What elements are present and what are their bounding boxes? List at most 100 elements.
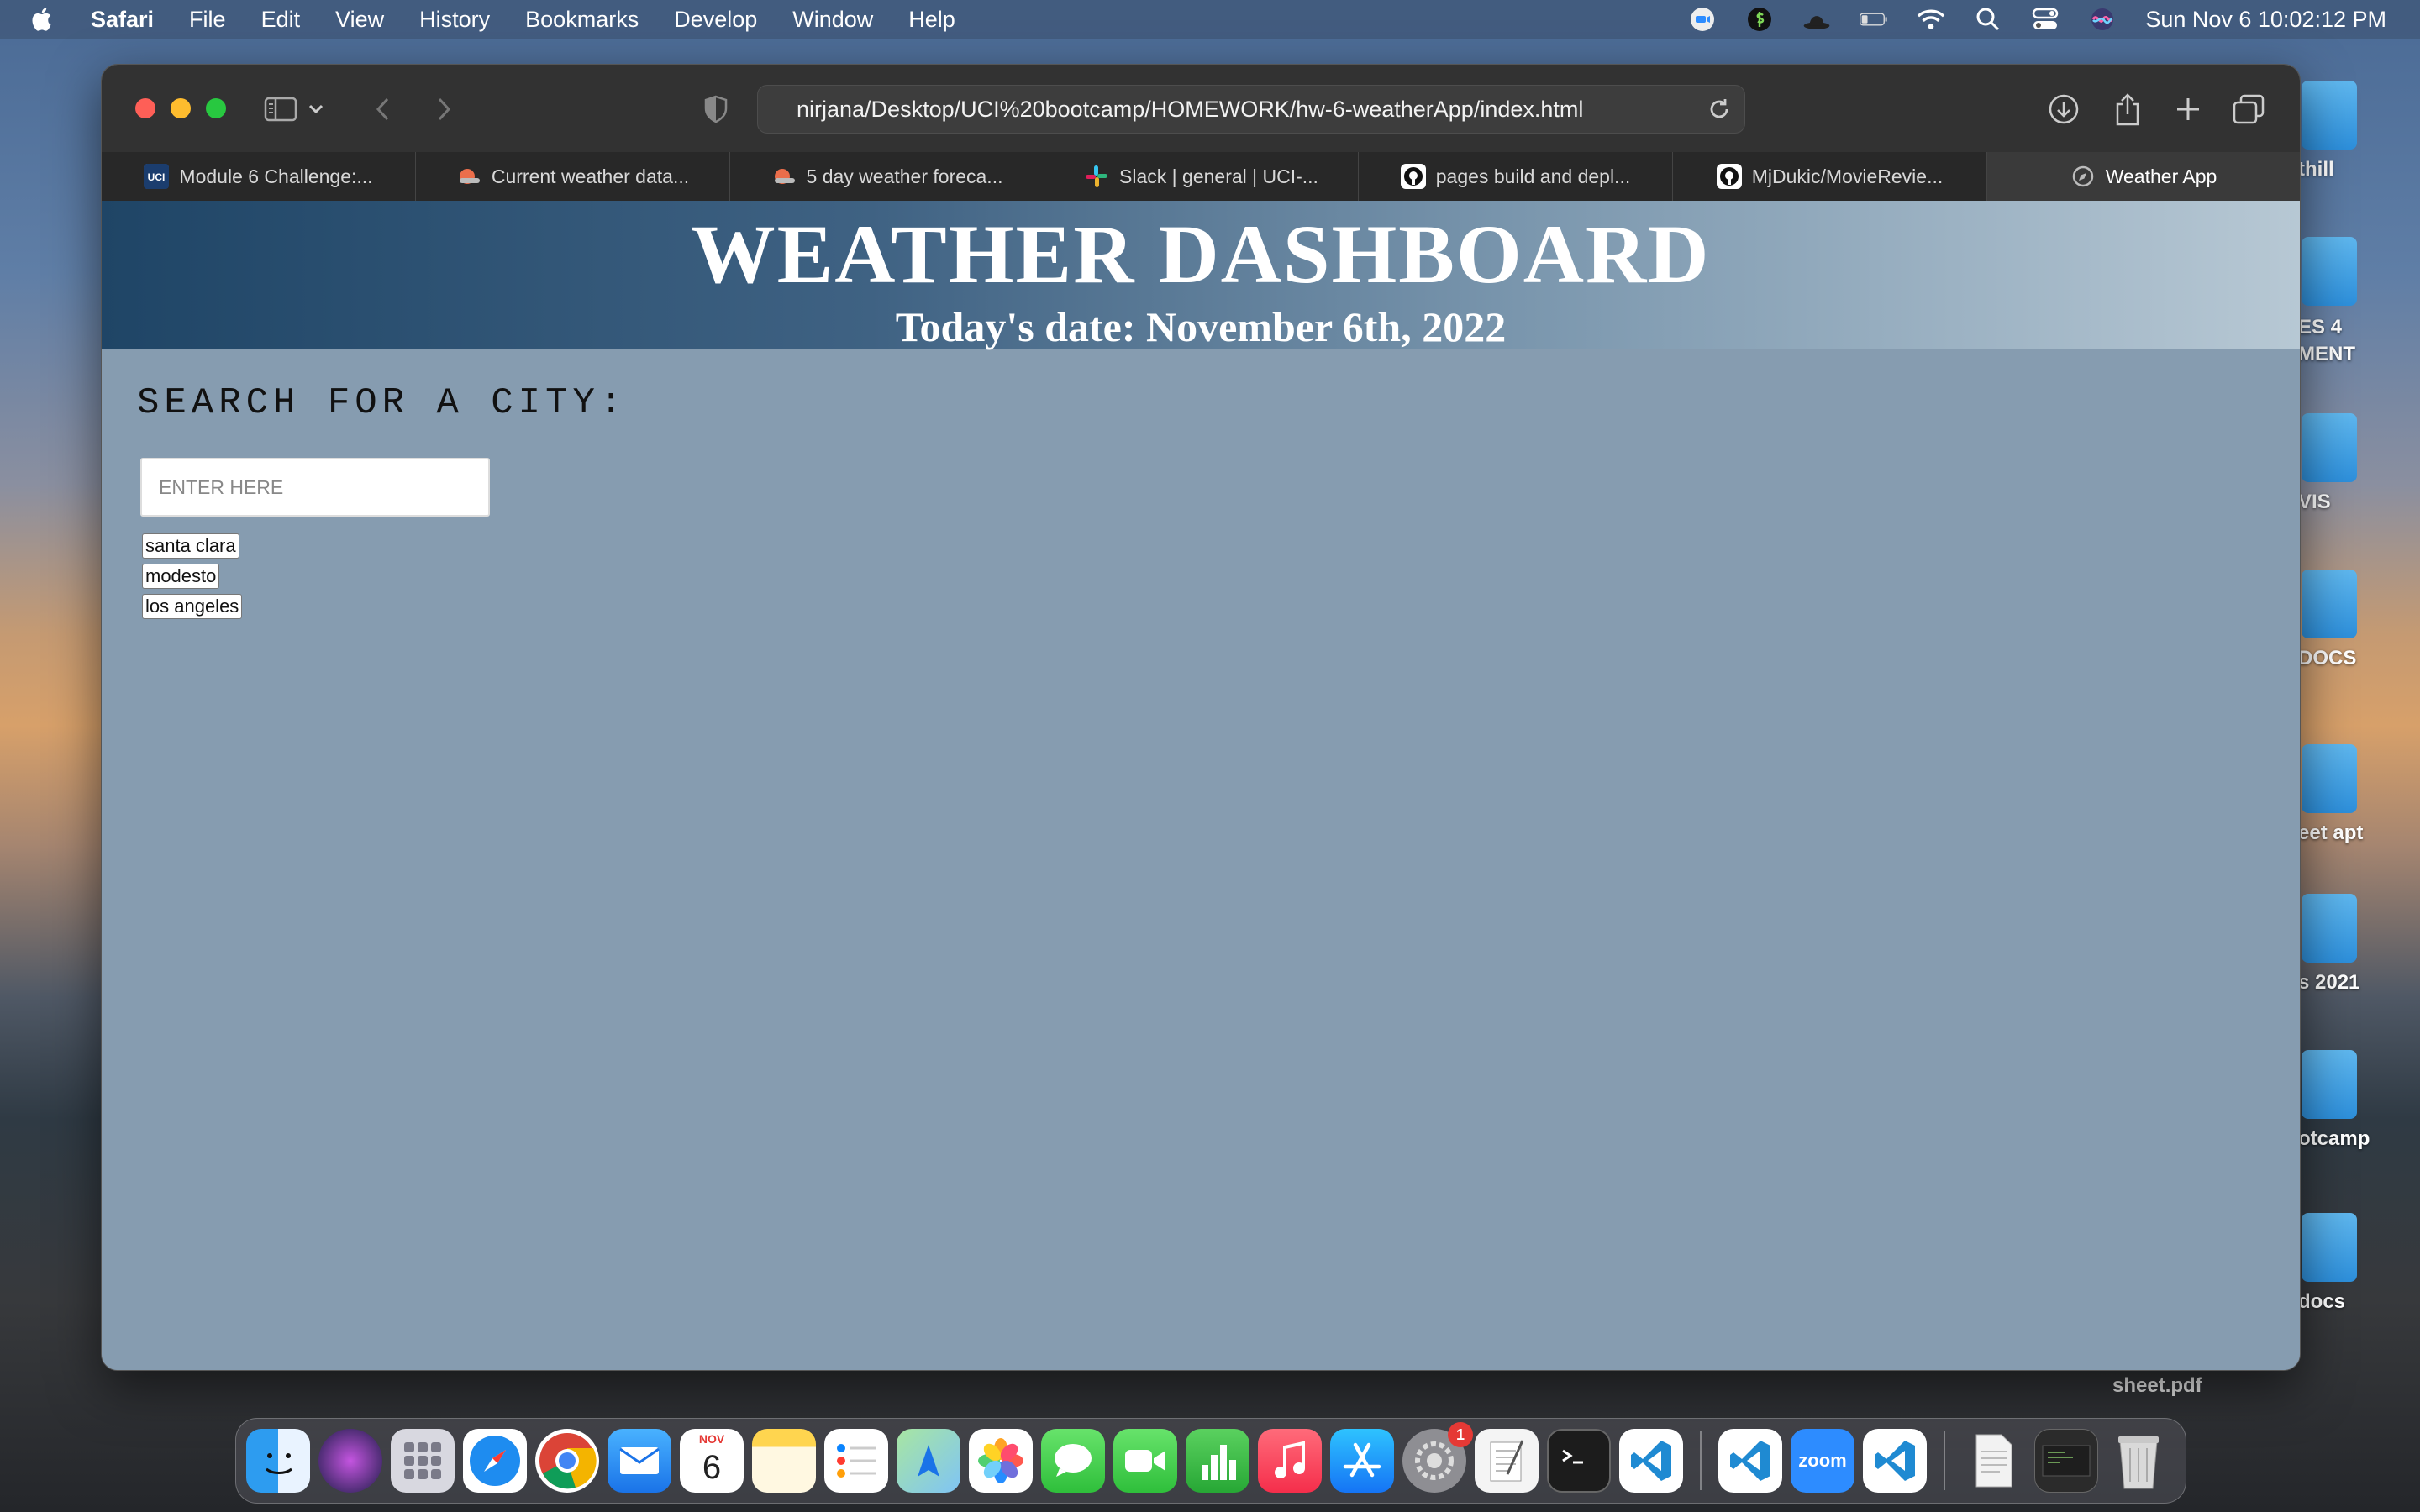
music-icon[interactable] xyxy=(1258,1429,1322,1493)
apple-menu-icon[interactable] xyxy=(29,5,57,34)
page-header: WEATHER DASHBOARD Today's date: November… xyxy=(102,201,2300,349)
tab-module-6[interactable]: UCI Module 6 Challenge:... xyxy=(102,152,416,201)
address-bar[interactable]: nirjana/Desktop/UCI%20bootcamp/HOMEWORK/… xyxy=(757,85,1745,134)
siri-icon[interactable] xyxy=(2088,7,2117,32)
desktop-folder[interactable]: docs xyxy=(2298,1213,2416,1314)
fullscreen-window-button[interactable] xyxy=(206,98,226,118)
back-icon[interactable] xyxy=(364,90,402,129)
menu-file[interactable]: File xyxy=(189,7,226,33)
chrome-icon[interactable] xyxy=(535,1429,599,1493)
desktop-folder[interactable]: thill xyxy=(2298,81,2416,181)
window-thumbnail-icon[interactable] xyxy=(2034,1429,2098,1493)
menu-help[interactable]: Help xyxy=(908,7,955,33)
desktop-folder-label: thill xyxy=(2298,158,2334,181)
new-tab-icon[interactable] xyxy=(2169,90,2207,129)
tab-movie-review[interactable]: MjDukic/MovieRevie... xyxy=(1673,152,1987,201)
terminal-icon[interactable] xyxy=(1547,1429,1611,1493)
downloads-icon[interactable] xyxy=(2044,90,2083,129)
tab-overview-icon[interactable] xyxy=(2229,90,2268,129)
reload-icon[interactable] xyxy=(1706,96,1733,123)
desktop-folder-label: DOCS xyxy=(2298,647,2357,669)
desktop-folder[interactable]: otcamp xyxy=(2298,1050,2416,1151)
slack-icon xyxy=(1084,164,1109,189)
menu-clock[interactable]: Sun Nov 6 10:02:12 PM xyxy=(2145,7,2386,33)
dock: NOV 6 1 zoom xyxy=(235,1418,2186,1504)
desktop-folder[interactable]: VIS xyxy=(2298,413,2416,514)
messages-icon[interactable] xyxy=(1041,1429,1105,1493)
minimize-window-button[interactable] xyxy=(171,98,191,118)
zoom-icon[interactable]: zoom xyxy=(1791,1429,1854,1493)
tab-pages-build[interactable]: pages build and depl... xyxy=(1359,152,1673,201)
calendar-month: NOV xyxy=(698,1432,725,1446)
notes-icon[interactable] xyxy=(752,1429,816,1493)
menu-view[interactable]: View xyxy=(335,7,384,33)
document-icon[interactable] xyxy=(1962,1429,2026,1493)
forward-icon[interactable] xyxy=(424,90,463,129)
finder-icon[interactable] xyxy=(246,1429,310,1493)
mail-icon[interactable] xyxy=(608,1429,671,1493)
hat-status-icon[interactable] xyxy=(1802,7,1831,32)
calendar-icon[interactable]: NOV 6 xyxy=(680,1429,744,1493)
vscode-icon[interactable] xyxy=(1619,1429,1683,1493)
menu-app-name[interactable]: Safari xyxy=(91,7,154,33)
wifi-icon[interactable] xyxy=(1917,7,1945,32)
photos-icon[interactable] xyxy=(969,1429,1033,1493)
city-search-input[interactable] xyxy=(140,458,490,517)
calendar-day: 6 xyxy=(702,1448,722,1486)
desktop-folder[interactable]: DOCS xyxy=(2298,570,2416,670)
tab-label: Slack | general | UCI-... xyxy=(1119,165,1318,187)
desktop-folder-label: ES 4 MENT xyxy=(2298,316,2355,365)
folder-icon xyxy=(2302,1050,2357,1119)
spotlight-search-icon[interactable] xyxy=(1974,7,2002,32)
vscode-icon[interactable] xyxy=(1718,1429,1782,1493)
tab-slack[interactable]: Slack | general | UCI-... xyxy=(1044,152,1359,201)
app-store-icon[interactable] xyxy=(1330,1429,1394,1493)
numbers-icon[interactable] xyxy=(1186,1429,1249,1493)
browser-toolbar: nirjana/Desktop/UCI%20bootcamp/HOMEWORK/… xyxy=(102,65,2300,152)
menu-history[interactable]: History xyxy=(419,7,490,33)
chevron-down-icon[interactable] xyxy=(303,90,329,129)
maps-icon[interactable] xyxy=(897,1429,960,1493)
tab-5-day-forecast[interactable]: 5 day weather foreca... xyxy=(730,152,1044,201)
trash-icon[interactable] xyxy=(2107,1429,2170,1493)
sidebar-toggle-icon[interactable] xyxy=(261,90,300,129)
zoom-status-icon[interactable] xyxy=(1688,7,1717,32)
tab-current-weather[interactable]: Current weather data... xyxy=(416,152,730,201)
safari-window: nirjana/Desktop/UCI%20bootcamp/HOMEWORK/… xyxy=(101,64,2301,1371)
desktop-folder-label: VIS xyxy=(2298,491,2331,513)
textedit-icon[interactable] xyxy=(1475,1429,1539,1493)
dock-separator xyxy=(1944,1431,1945,1490)
menu-edit[interactable]: Edit xyxy=(261,7,301,33)
desktop-folder[interactable]: eet apt xyxy=(2298,744,2416,845)
tab-weather-app[interactable]: Weather App xyxy=(1987,152,2300,201)
openweather-icon xyxy=(456,164,481,189)
history-button-modesto[interactable]: modesto xyxy=(142,564,220,589)
desktop-folder-label: docs xyxy=(2298,1290,2346,1313)
safari-app-icon[interactable] xyxy=(463,1429,527,1493)
menu-window[interactable]: Window xyxy=(792,7,873,33)
zoom-app-label: zoom xyxy=(1798,1450,1847,1471)
share-icon[interactable] xyxy=(2108,90,2147,129)
control-center-icon[interactable] xyxy=(2031,7,2060,32)
menu-bookmarks[interactable]: Bookmarks xyxy=(525,7,639,33)
menu-develop[interactable]: Develop xyxy=(674,7,757,33)
dollar-status-icon[interactable] xyxy=(1745,7,1774,32)
reminders-icon[interactable] xyxy=(824,1429,888,1493)
tab-label: Current weather data... xyxy=(491,165,690,187)
close-window-button[interactable] xyxy=(135,98,155,118)
history-button-los-angeles[interactable]: los angeles xyxy=(142,594,243,619)
system-preferences-icon[interactable]: 1 xyxy=(1402,1422,1473,1493)
facetime-icon[interactable] xyxy=(1113,1429,1177,1493)
window-controls xyxy=(135,98,226,118)
address-bar-url: nirjana/Desktop/UCI%20bootcamp/HOMEWORK/… xyxy=(797,96,1584,122)
desktop-folder[interactable]: ES 4 MENT xyxy=(2298,237,2416,368)
battery-icon[interactable] xyxy=(1860,7,1888,32)
desktop-folder[interactable]: s 2021 xyxy=(2298,894,2416,995)
desktop-file-label[interactable]: sheet.pdf xyxy=(2112,1374,2202,1398)
tab-label: pages build and depl... xyxy=(1435,165,1631,187)
privacy-shield-icon[interactable] xyxy=(697,90,735,129)
launchpad-icon[interactable] xyxy=(391,1429,455,1493)
history-button-santa-clara[interactable]: santa clara xyxy=(142,533,239,559)
vscode-icon[interactable] xyxy=(1863,1429,1927,1493)
siri-app-icon[interactable] xyxy=(318,1429,382,1493)
